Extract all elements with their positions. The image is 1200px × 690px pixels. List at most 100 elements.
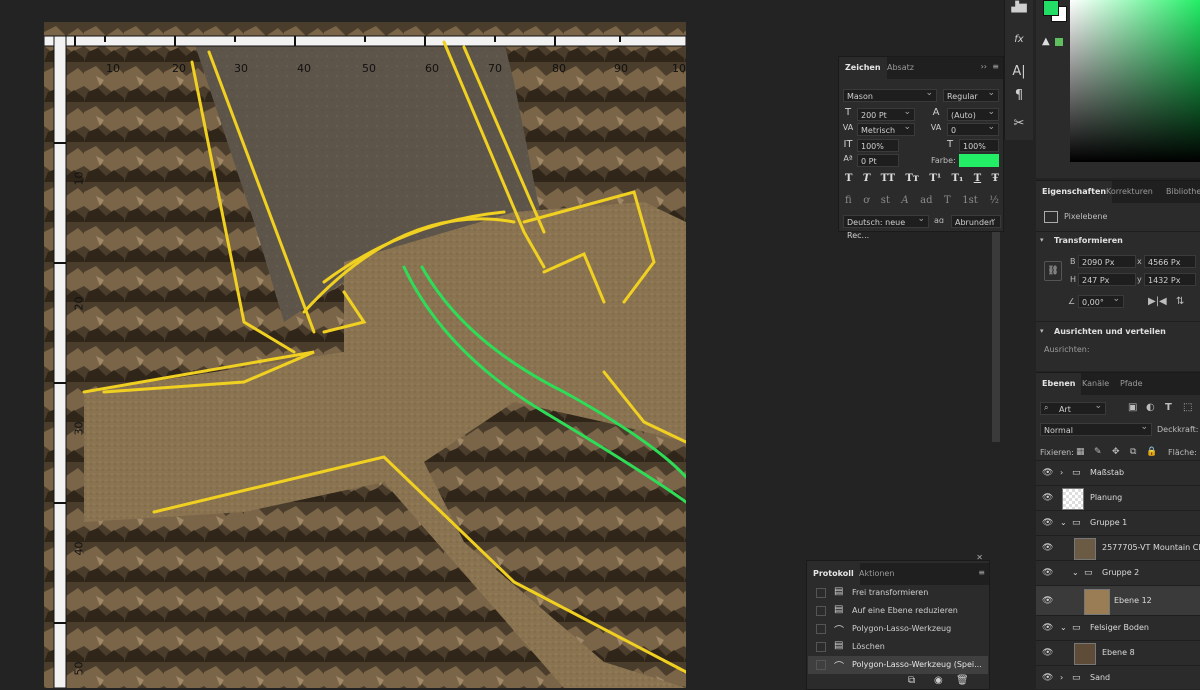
width-field[interactable]: 2090 Px	[1078, 255, 1136, 268]
tools-preset-icon[interactable]: ✂	[1009, 116, 1029, 131]
visibility-eye-icon[interactable]: 👁	[1042, 623, 1053, 633]
font-size-field[interactable]: 200 Pt	[857, 106, 915, 121]
gamut-warning-icon[interactable]: ▲	[1042, 36, 1050, 47]
histogram-icon[interactable]: ▟▆	[1009, 2, 1029, 13]
blend-mode-select[interactable]: Normal	[1040, 421, 1152, 436]
filter-type-icon[interactable]: T	[1165, 402, 1172, 413]
ligatures-button[interactable]: fi	[845, 195, 852, 209]
font-family-select[interactable]: Mason	[843, 87, 937, 102]
layer-name[interactable]: Gruppe 2	[1102, 568, 1139, 577]
layer-row-group[interactable]: 👁 ⌄ ▭ Felsiger Boden	[1036, 615, 1200, 641]
history-step-selected[interactable]: ⌒ Polygon-Lasso-Werkzeug (Spei...	[808, 656, 988, 674]
history-step[interactable]: ⌒ Polygon-Lasso-Werkzeug	[808, 620, 988, 638]
tab-kanaele[interactable]: Kanäle	[1076, 373, 1115, 395]
color-field[interactable]	[1070, 0, 1200, 162]
horizontal-scale-field[interactable]: 100%	[959, 139, 999, 152]
character-panel-icon[interactable]: A|	[1009, 64, 1029, 79]
visibility-eye-icon[interactable]: 👁	[1042, 648, 1053, 658]
layer-name[interactable]: Ebene 12	[1114, 596, 1152, 605]
visibility-eye-icon[interactable]: 👁	[1042, 468, 1053, 478]
layer-row-group[interactable]: 👁 ⌄ ▭ Gruppe 2	[1036, 560, 1200, 586]
faux-bold-button[interactable]: T	[845, 173, 852, 187]
lock-artboard-icon[interactable]: ⧉	[1130, 447, 1136, 457]
lock-all-icon[interactable]: 🔒	[1146, 447, 1157, 457]
document-canvas[interactable]: 10 20 30 40 50 60 70 80 90 10 10 20 30 4…	[44, 22, 686, 688]
small-caps-button[interactable]: Tт	[905, 173, 919, 187]
all-caps-button[interactable]: TT	[881, 173, 896, 187]
baseline-shift-field[interactable]: 0 Pt	[857, 154, 899, 167]
collapse-arrow-icon[interactable]: ▾	[1040, 236, 1044, 244]
panel-menu-icon[interactable]: ≡	[992, 62, 999, 71]
swash-button[interactable]: A	[901, 195, 908, 209]
y-field[interactable]: 1432 Px	[1144, 273, 1196, 286]
layer-name[interactable]: Felsiger Boden	[1090, 623, 1149, 632]
tab-bibliotheken[interactable]: Bibliothek	[1160, 181, 1200, 203]
layer-name[interactable]: 2577705-VT Mountain Cliff Co	[1102, 543, 1200, 552]
expand-chevron-icon[interactable]: ⌄	[1060, 623, 1067, 632]
leading-field[interactable]: (Auto)	[947, 106, 999, 121]
panel-scrollbar[interactable]	[992, 232, 1000, 442]
panel-close-icon[interactable]: ✕	[976, 553, 983, 562]
subscript-button[interactable]: T₁	[952, 173, 964, 187]
lock-image-icon[interactable]: ✎	[1094, 447, 1102, 457]
visibility-eye-icon[interactable]: 👁	[1042, 518, 1053, 528]
snapshot-checkbox[interactable]	[816, 660, 826, 670]
layer-row-group[interactable]: 👁 › ▭ Maßstab	[1036, 460, 1200, 486]
discretionary-ligatures-button[interactable]: st	[881, 195, 890, 209]
layer-row[interactable]: 👁 2577705-VT Mountain Cliff Co	[1036, 535, 1200, 561]
visibility-eye-icon[interactable]: 👁	[1042, 568, 1053, 578]
snapshot-checkbox[interactable]	[816, 588, 826, 598]
expand-chevron-icon[interactable]: ›	[1060, 468, 1063, 477]
font-style-select[interactable]: Regular	[943, 87, 999, 102]
visibility-eye-icon[interactable]: 👁	[1042, 543, 1053, 553]
tab-ebenen[interactable]: Ebenen	[1036, 373, 1082, 395]
stylistic-alternates-button[interactable]: ad	[920, 195, 932, 209]
layer-name[interactable]: Sand	[1090, 673, 1110, 682]
tab-zeichen[interactable]: Zeichen	[839, 57, 887, 79]
vertical-scale-field[interactable]: 100%	[857, 139, 899, 152]
layer-name[interactable]: Planung	[1090, 493, 1122, 502]
tab-absatz[interactable]: Absatz	[881, 57, 920, 79]
snapshot-checkbox[interactable]	[816, 642, 826, 652]
styles-fx-icon[interactable]: fx	[1009, 34, 1029, 45]
gamut-swatch[interactable]	[1055, 38, 1063, 46]
layer-row-selected[interactable]: 👁 Ebene 12	[1036, 585, 1200, 616]
layer-row[interactable]: 👁 Ebene 8	[1036, 640, 1200, 666]
expand-chevron-icon[interactable]: ›	[1060, 673, 1063, 682]
history-step[interactable]: ▤ Frei transformieren	[808, 584, 988, 602]
layer-row-group[interactable]: 👁 › ▭ Sand	[1036, 665, 1200, 689]
layer-name[interactable]: Maßstab	[1090, 468, 1124, 477]
tab-korrekturen[interactable]: Korrekturen	[1100, 181, 1159, 203]
new-document-icon[interactable]: ⧉	[908, 675, 915, 686]
layer-name[interactable]: Gruppe 1	[1090, 518, 1127, 527]
layer-row[interactable]: 👁 Planung	[1036, 485, 1200, 511]
antialias-select[interactable]: Abrunden	[951, 213, 1001, 228]
tab-protokoll[interactable]: Protokoll	[807, 563, 860, 585]
angle-field[interactable]: 0,00°	[1078, 293, 1124, 308]
old-style-button[interactable]: ơ	[863, 195, 869, 209]
panel-menu-icon[interactable]: ≡	[978, 568, 985, 577]
visibility-eye-icon[interactable]: 👁	[1042, 596, 1053, 606]
superscript-button[interactable]: T¹	[929, 173, 941, 187]
expand-chevron-icon[interactable]: ⌄	[1060, 518, 1067, 527]
expand-chevron-icon[interactable]: ⌄	[1072, 568, 1079, 577]
collapse-arrow-icon[interactable]: ▾	[1040, 327, 1044, 335]
paragraph-panel-icon[interactable]: ¶	[1009, 88, 1029, 103]
tab-aktionen[interactable]: Aktionen	[853, 563, 900, 585]
snapshot-checkbox[interactable]	[816, 606, 826, 616]
layer-name[interactable]: Ebene 8	[1102, 648, 1135, 657]
kerning-select[interactable]: Metrisch	[857, 121, 915, 136]
collapse-icon[interactable]: ››	[981, 62, 987, 71]
tab-pfade[interactable]: Pfade	[1114, 373, 1149, 395]
visibility-eye-icon[interactable]: 👁	[1042, 673, 1053, 683]
height-field[interactable]: 247 Px	[1078, 273, 1136, 286]
underline-button[interactable]: T	[974, 173, 981, 187]
filter-shape-icon[interactable]: ⬚	[1183, 402, 1192, 413]
x-field[interactable]: 4566 Px	[1144, 255, 1196, 268]
filter-adjustment-icon[interactable]: ◐	[1146, 402, 1155, 413]
history-step[interactable]: ▤ Löschen	[808, 638, 988, 656]
fractions-button[interactable]: ½	[989, 195, 999, 209]
lock-transparent-icon[interactable]: ▦	[1076, 447, 1085, 457]
trash-icon[interactable]: 🗑	[956, 675, 969, 686]
flip-horizontal-icon[interactable]: ▶|◀	[1148, 296, 1167, 307]
